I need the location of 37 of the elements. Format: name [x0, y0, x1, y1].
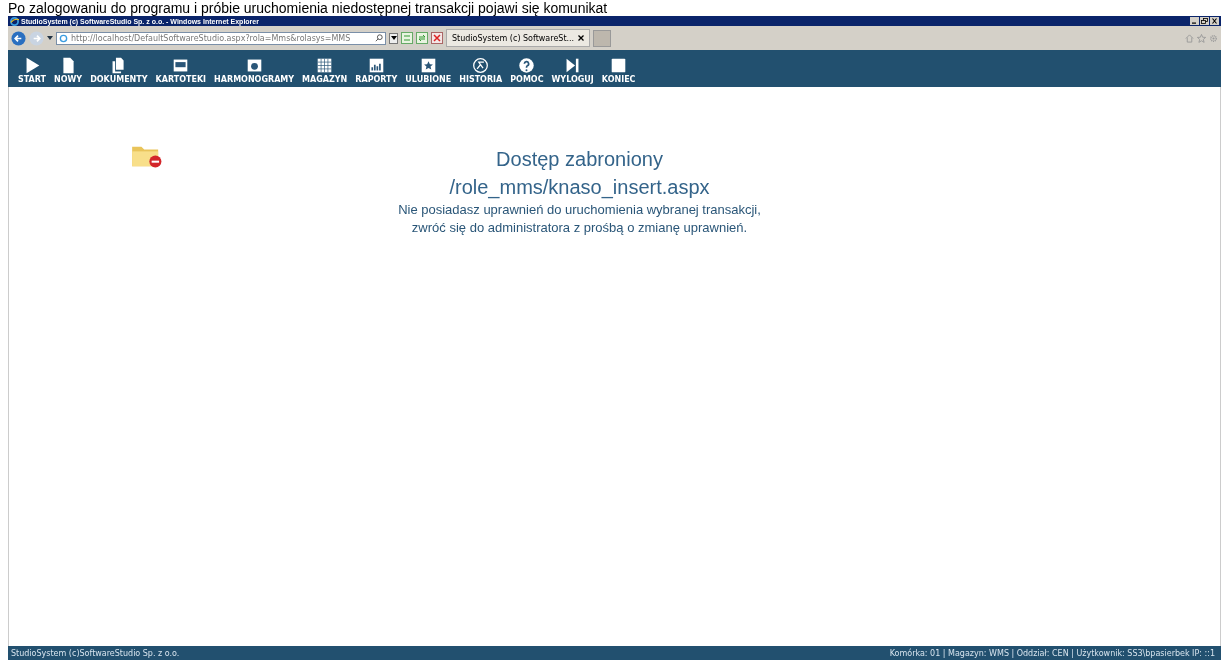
message-title: Dostęp zabroniony: [496, 147, 663, 172]
stop-square-icon: [610, 57, 628, 74]
toolbar-button[interactable]: POMOC: [506, 57, 548, 84]
refresh-icon[interactable]: [416, 32, 428, 44]
restore-button[interactable]: [1200, 17, 1209, 25]
toolbar-button[interactable]: HARMONOGRAMY: [210, 57, 299, 84]
bar-chart-icon: [367, 57, 385, 74]
message-text: Nie posiadasz uprawnień do uruchomienia wybranej transakcji,: [398, 201, 761, 219]
calendar-icon: [245, 57, 263, 74]
toolbar-button[interactable]: KONIEC: [597, 57, 640, 84]
toolbar-button[interactable]: NOWY: [50, 57, 87, 84]
minimize-button[interactable]: [1190, 17, 1199, 25]
stop-icon[interactable]: [431, 32, 443, 44]
back-button[interactable]: [11, 30, 26, 46]
help-icon: [518, 57, 536, 74]
toolbar-button[interactable]: KARTOTEKI: [151, 57, 211, 84]
caption-text: Po zalogowaniu do programu i próbie uruchomienia niedostępnej transakcji pojawi się komunikat: [7, 0, 609, 16]
page-path: /role_mms/knaso_insert.aspx: [449, 175, 710, 201]
toolbar-button[interactable]: RAPORTY: [351, 57, 402, 84]
toolbar-button[interactable]: HISTORIA: [455, 57, 507, 84]
session-info-text: Komórka: 01 | Magazyn: WMS | Oddział: CEN | Użytkownik: SS3\bpasierbek IP: ::1: [889, 648, 1215, 658]
copyright-text: StudioSystem (c)SoftwareStudio Sp. z o.o.: [11, 648, 180, 658]
toolbar-button[interactable]: WYLOGUJ: [547, 57, 598, 84]
close-tab-icon[interactable]: [578, 35, 585, 41]
toolbar-button[interactable]: DOKUMENTY: [86, 57, 152, 84]
address-field[interactable]: http://localhost/DefaultSoftwareStudio.aspx?rola=Mms&rolasys=MMS: [56, 31, 386, 45]
toolbar-button[interactable]: START: [14, 57, 51, 84]
grid-icon: [316, 57, 334, 74]
toolbar-button[interactable]: ULUBIONE: [401, 57, 456, 84]
browser-tab[interactable]: StudioSystem (c) SoftwareSt...: [446, 29, 591, 47]
dropdown-icon[interactable]: [47, 36, 53, 40]
toolbar-button[interactable]: MAGAZYN: [298, 57, 352, 84]
dropdown-button[interactable]: [389, 32, 398, 44]
window-icon: [172, 57, 190, 74]
search-icon[interactable]: [375, 34, 383, 42]
close-button[interactable]: [1210, 17, 1219, 25]
message-text: zwróć się do administratora z prośbą o zmianę uprawnień.: [411, 219, 748, 237]
